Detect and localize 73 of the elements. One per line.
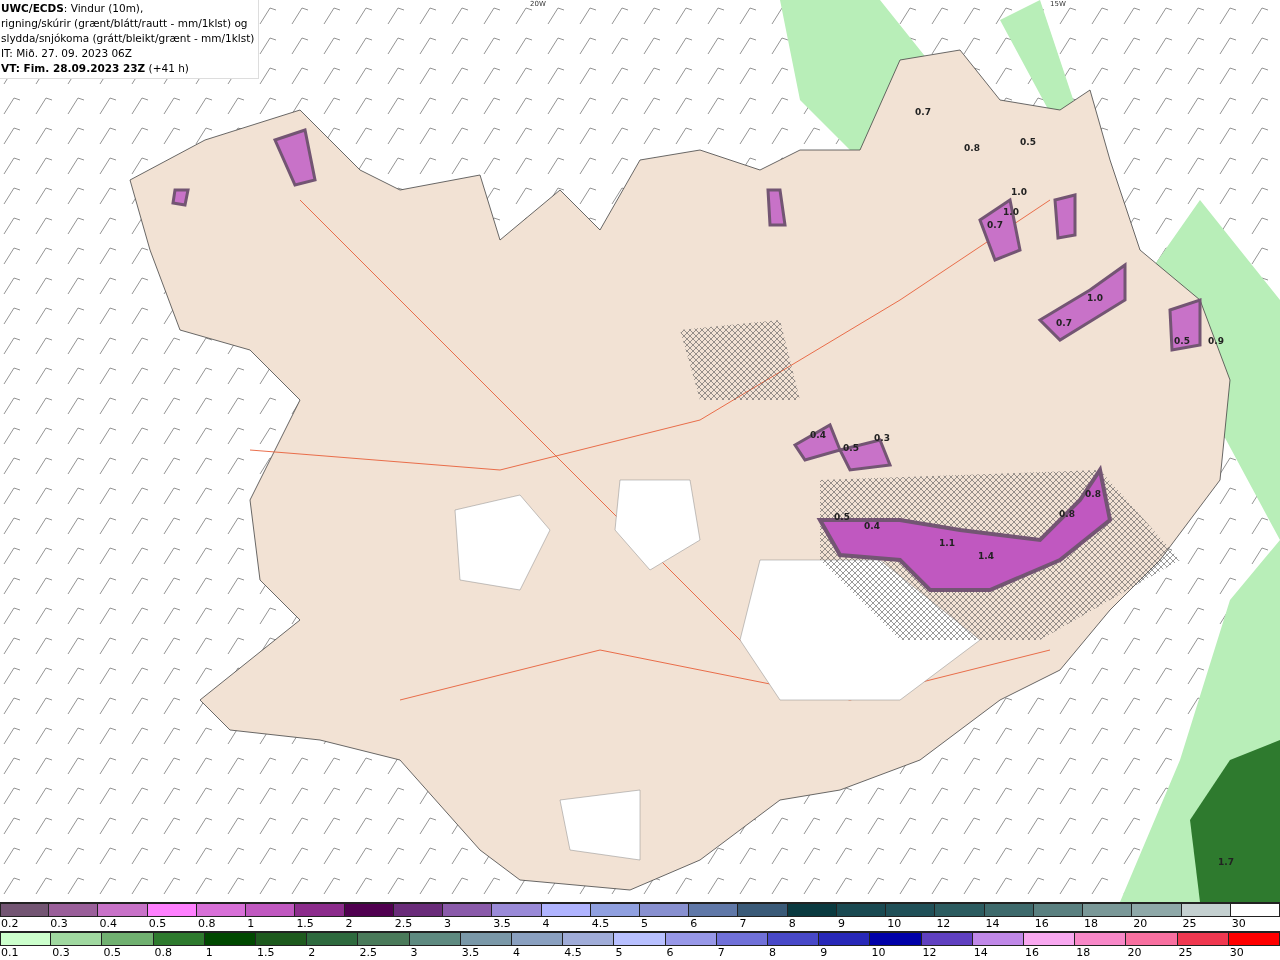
legend-label: 2 [307, 946, 316, 960]
precipitation-value: 0.3 [874, 433, 890, 443]
legend-label: 25 [1177, 946, 1193, 960]
precipitation-value: 0.8 [1085, 489, 1101, 499]
map-info-text: slydda/snjókoma (grátt/bleikt/grænt - mm/1klst) [1, 31, 255, 46]
valid-time: VT: Fim. 28.09.2023 23Z (+41 h) [1, 61, 190, 76]
legend-label: 4 [541, 917, 550, 931]
legend-label: 7 [716, 946, 725, 960]
legend-label: 12 [921, 946, 937, 960]
precipitation-value: 1.0 [1011, 187, 1027, 197]
legend-label: 1.5 [256, 946, 275, 960]
legend-label: 3.5 [492, 917, 511, 931]
precipitation-value: 0.5 [1020, 137, 1036, 147]
legend-label: 2.5 [358, 946, 377, 960]
map-title: UWC/ECDS: Vindur (10m), [1, 1, 145, 16]
legend-label: 10 [870, 946, 886, 960]
legend-label: 3 [409, 946, 418, 960]
precipitation-value: 0.7 [1056, 318, 1072, 328]
map-info-text: rigning/skúrir (grænt/blátt/rautt - mm/1klst) og [1, 16, 249, 31]
legend-label: 0.3 [51, 946, 70, 960]
legend-label: 1 [246, 917, 255, 931]
precipitation-value: 1.0 [1087, 293, 1103, 303]
precipitation-value: 0.9 [1208, 336, 1224, 346]
legend-label: 2 [344, 917, 353, 931]
precipitation-value: 0.7 [915, 107, 931, 117]
legend-label: 1 [204, 946, 213, 960]
legend-label: 0.3 [49, 917, 68, 931]
legend-label: 5 [614, 946, 623, 960]
legend-label: 10 [886, 917, 902, 931]
precipitation-value: 1.7 [1218, 857, 1234, 867]
precipitation-value: 0.5 [1174, 336, 1190, 346]
legend-label: 30 [1230, 917, 1246, 931]
legend-label: 8 [787, 917, 796, 931]
legend-label: 12 [935, 917, 951, 931]
legend-label: 16 [1033, 917, 1049, 931]
legend-label: 6 [665, 946, 674, 960]
legend-label: 20 [1126, 946, 1142, 960]
legend-label: 0.8 [153, 946, 173, 960]
legend-label: 0.5 [147, 917, 167, 931]
legend-label: 9 [819, 946, 828, 960]
legend-label: 8 [768, 946, 776, 960]
legend-label: 18 [1083, 917, 1099, 931]
legend-label: 0.4 [98, 917, 117, 931]
legend-label: 4.5 [563, 946, 582, 960]
legend-label: 14 [984, 917, 1000, 931]
legend-label: 14 [972, 946, 988, 960]
legend-label: 0.1 [0, 946, 19, 960]
legend-label: 2.5 [393, 917, 413, 931]
precipitation-value: 0.4 [810, 430, 826, 440]
precipitation-value: 0.7 [987, 220, 1003, 230]
legend-label: 0.8 [196, 917, 216, 931]
legend-label: 20 [1132, 917, 1148, 931]
precipitation-value: 0.8 [964, 143, 980, 153]
precipitation-value: 1.1 [939, 538, 955, 548]
legend-label: 3.5 [460, 946, 480, 960]
map-info-text: IT: Mið. 27. 09. 2023 06Z [1, 46, 133, 61]
precipitation-value: 1.4 [978, 551, 994, 561]
precipitation-value: 0.4 [864, 521, 880, 531]
legend-label: 5 [640, 917, 648, 931]
legend-label: 7 [738, 917, 747, 931]
legend-label: 0.2 [0, 917, 19, 931]
precipitation-value: 0.5 [843, 443, 859, 453]
legend-label: 4.5 [590, 917, 610, 931]
legend-label: 9 [836, 917, 845, 931]
legend-label: 3 [443, 917, 452, 931]
legend-label: 0.5 [102, 946, 121, 960]
legend-label: 25 [1181, 917, 1197, 931]
legend-label: 18 [1075, 946, 1091, 960]
legend-label: 1.5 [295, 917, 314, 931]
legend-label: 4 [512, 946, 520, 960]
legend-label: 6 [689, 917, 698, 931]
legend-label: 16 [1024, 946, 1039, 960]
legend-label: 30 [1228, 946, 1244, 960]
